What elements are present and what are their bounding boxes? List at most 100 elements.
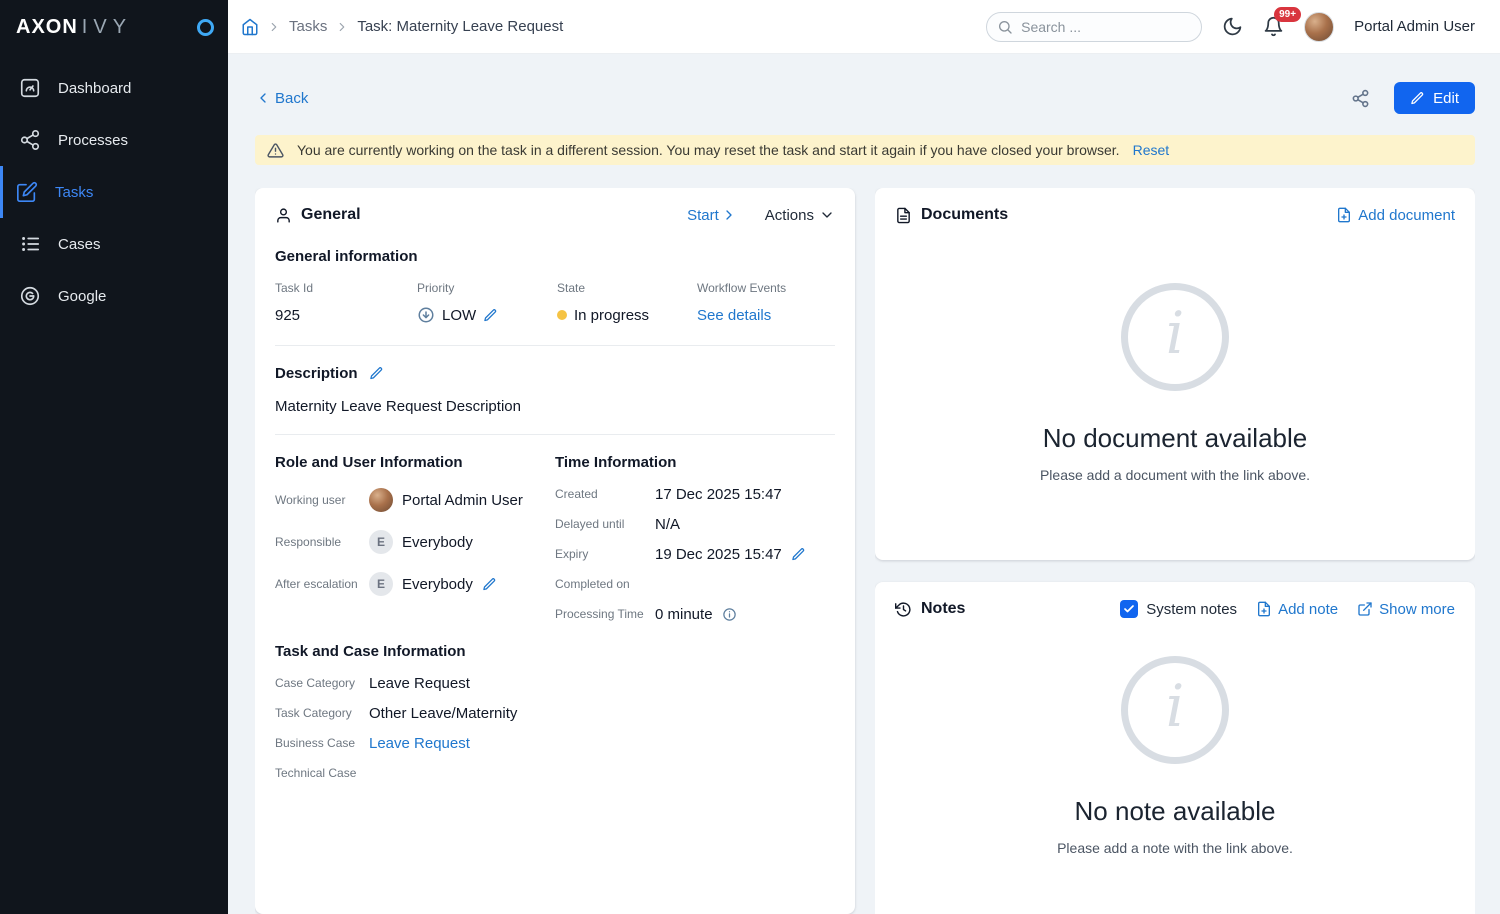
edit-description-icon[interactable] [369,366,384,381]
add-note-icon [1258,601,1271,617]
description-section: Description Maternity Leave Request Desc… [275,365,835,415]
processing-time-row: Processing Time 0 minute [555,599,835,629]
task-category-row: Task Category Other Leave/Maternity [275,698,835,728]
documents-empty-state: i No document available Please add a doc… [895,224,1455,542]
sidebar-item-tasks[interactable]: Tasks [0,166,228,218]
sidebar-item-label: Dashboard [58,79,132,97]
edit-expiry-icon[interactable] [791,547,806,562]
info-icon[interactable] [722,607,737,622]
add-note-link[interactable]: Add note [1256,601,1338,618]
home-icon[interactable] [241,18,259,36]
task-id-field: Task Id 925 [275,281,417,326]
working-user-label: Working user [275,493,346,507]
user-menu[interactable]: Portal Admin User [1354,18,1475,35]
sidebar: AXON IVY Dashboard Processes Tasks Cases… [0,0,228,914]
general-information-section: General information Task Id 925 Priority [275,248,835,326]
business-case-row: Business Case Leave Request [275,728,835,758]
add-note-label: Add note [1278,600,1339,618]
sidebar-item-label: Cases [58,235,101,253]
responsible-row: Responsible E Everybody [275,521,555,563]
divider [275,434,835,435]
task-case-title: Task and Case Information [275,643,466,660]
state-in-progress-icon [557,310,567,320]
logo-text-axon: AXON [16,15,78,38]
share-icon[interactable] [1351,89,1370,108]
system-notes-toggle[interactable]: System notes [1120,600,1237,618]
user-avatar[interactable] [1304,11,1335,42]
search-input[interactable] [986,11,1203,42]
task-category-value: Other Leave/Maternity [369,704,518,722]
documents-card: Documents Add document i No document ava… [875,188,1475,560]
back-button[interactable]: Back [255,90,308,107]
search-icon [997,19,1013,35]
external-link-icon [1358,602,1372,616]
logo-ring-icon [197,18,214,36]
role-user-block: Role and User Information Working user P… [275,454,555,629]
priority-field: Priority LOW [417,281,557,326]
global-search [986,11,1203,42]
documents-empty-hint: Please add a document with the link abov… [1039,467,1311,483]
dark-mode-toggle[interactable] [1222,16,1243,37]
app-logo[interactable]: AXON IVY [0,0,228,54]
workflow-events-field: Workflow Events See details [697,281,835,326]
moon-icon [1223,17,1242,36]
warning-icon [267,142,284,159]
business-case-link[interactable]: Leave Request [369,735,470,752]
breadcrumb: Tasks Task: Maternity Leave Request [241,18,563,36]
add-document-link[interactable]: Add document [1336,207,1455,224]
dashboard-icon [19,77,41,99]
session-warning-banner: You are currently working on the task in… [255,135,1475,165]
breadcrumb-tasks[interactable]: Tasks [289,18,327,35]
history-icon [895,601,912,618]
documents-empty-title: No document available [1042,423,1308,453]
completed-on-row: Completed on [555,569,835,599]
sidebar-item-google[interactable]: Google [0,270,228,322]
technical-case-row: Technical Case [275,758,835,788]
expiry-label: Expiry [555,547,589,561]
info-circle-icon: i [1121,283,1229,391]
sidebar-item-cases[interactable]: Cases [0,218,228,270]
working-user-value: Portal Admin User [402,491,523,509]
responsible-value: Everybody [402,533,473,551]
actions-menu-button[interactable]: Actions [765,207,835,224]
delayed-until-row: Delayed until N/A [555,509,835,539]
task-id-label: Task Id [275,281,314,295]
general-card-header: General Start Actions [275,206,835,224]
reset-task-link[interactable]: Reset [1133,142,1170,158]
main-area: Tasks Task: Maternity Leave Request 99+ … [228,0,1500,914]
divider [275,345,835,346]
processes-icon [19,129,41,151]
sidebar-item-dashboard[interactable]: Dashboard [0,62,228,114]
created-label: Created [555,487,598,501]
google-icon [19,285,41,307]
edit-escalation-icon[interactable] [482,577,497,592]
technical-case-label: Technical Case [275,766,357,780]
logo-text-ivy: IVY [81,15,133,38]
show-more-link[interactable]: Show more [1357,601,1455,618]
start-label: Start [687,206,719,224]
responsible-label: Responsible [275,535,342,549]
chevron-down-icon [822,212,832,218]
created-row: Created 17 Dec 2025 15:47 [555,479,835,509]
page-toolbar: Back Edit [255,82,1475,114]
time-information-title: Time Information [555,454,677,471]
general-information-grid: Task Id 925 Priority LOW State In progre… [275,281,835,326]
edit-priority-icon[interactable] [483,308,498,323]
info-circle-icon: i [1121,656,1229,764]
case-category-label: Case Category [275,676,356,690]
notification-badge: 99+ [1274,7,1302,22]
role-time-section: Role and User Information Working user P… [275,454,835,629]
description-text: Maternity Leave Request Description [275,398,521,415]
sidebar-nav: Dashboard Processes Tasks Cases Google [0,62,228,322]
notifications-button[interactable]: 99+ [1263,7,1302,37]
system-notes-label: System notes [1146,600,1238,618]
checkbox-checked-icon [1120,600,1139,618]
expiry-value: 19 Dec 2025 15:47 [655,545,782,563]
see-details-link[interactable]: See details [697,307,771,324]
content: Back Edit You are currently working on t… [228,54,1500,914]
show-more-label: Show more [1379,600,1455,618]
edit-button[interactable]: Edit [1394,82,1475,114]
sidebar-item-processes[interactable]: Processes [0,114,228,166]
start-task-button[interactable]: Start [687,207,737,224]
priority-label: Priority [417,281,455,295]
